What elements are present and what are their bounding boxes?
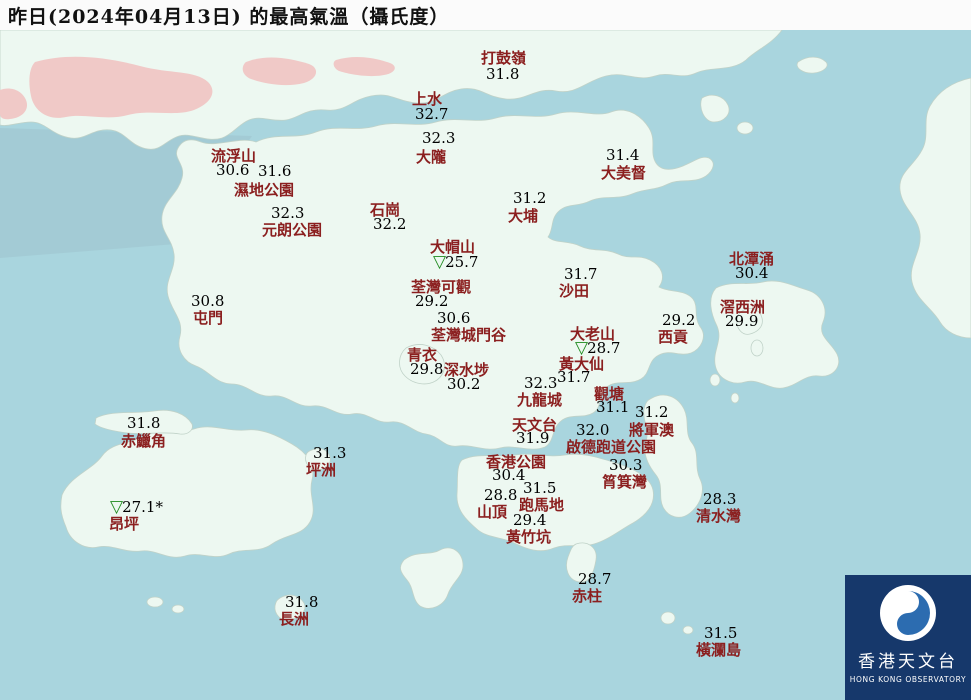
island-shelter-2 <box>709 373 721 387</box>
hong-kong-map <box>0 30 971 700</box>
logo-text-chinese: 香港天文台 <box>858 652 958 672</box>
hko-logo-icon <box>880 585 936 641</box>
hko-logo-block: 香港天文台 HONG KONG OBSERVATORY <box>845 575 971 700</box>
island-soko-1 <box>146 596 164 608</box>
island-soko-2 <box>171 604 185 614</box>
island-po-toi <box>660 611 676 625</box>
land-peng-chau <box>305 448 331 471</box>
title-bar: 昨日(2024年04月13日) 的最高氣溫（攝氏度） <box>0 0 971 30</box>
page-title: 昨日(2024年04月13日) 的最高氣溫（攝氏度） <box>8 5 450 28</box>
island-shelter-1 <box>750 339 764 357</box>
island-crooked <box>736 121 754 135</box>
island-tung-ping-chau <box>796 56 828 74</box>
logo-text-english: HONG KONG OBSERVATORY <box>849 675 967 684</box>
hko-max-temperature-map: 昨日(2024年04月13日) 的最高氣溫（攝氏度） 打鼓嶺 31.8 上水 3… <box>0 0 971 700</box>
island-shelter-3 <box>730 392 740 404</box>
island-waglan <box>682 625 694 635</box>
